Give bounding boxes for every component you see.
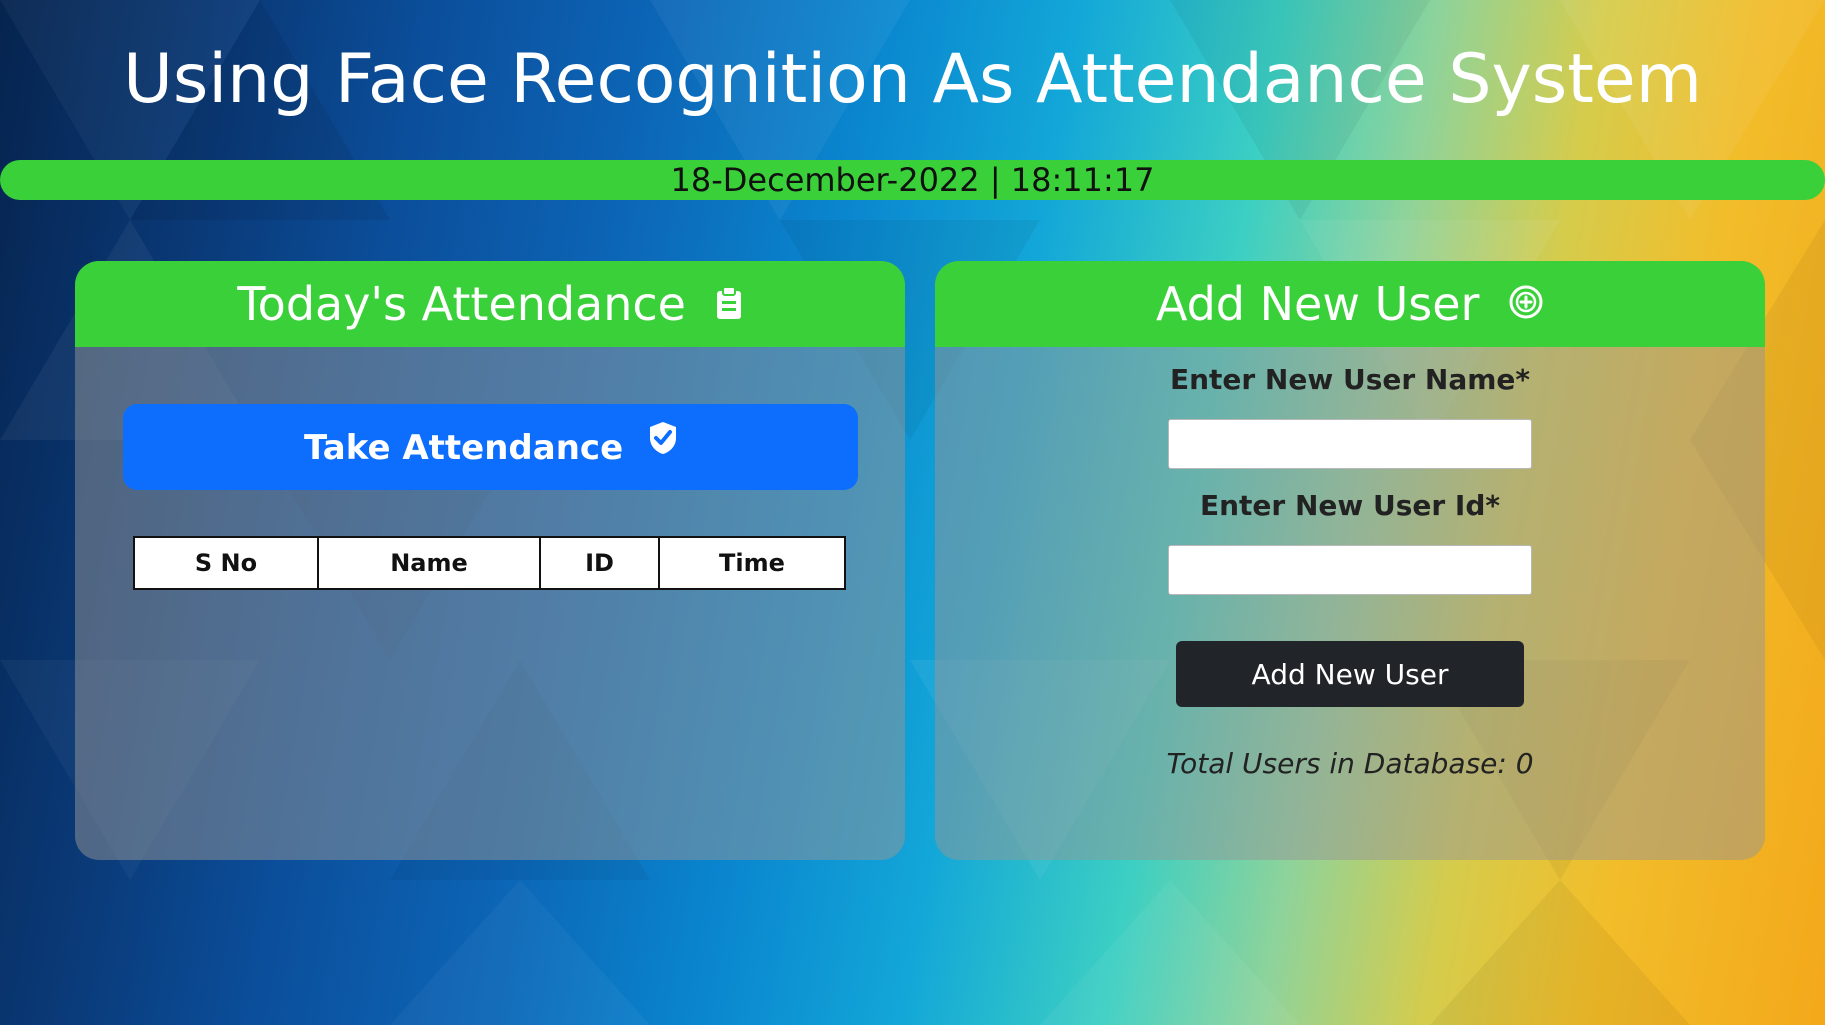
check-shield-icon: [649, 401, 677, 487]
date-time-text: 18-December-2022 | 18:11:17: [670, 161, 1155, 199]
add-new-user-button[interactable]: Add New User: [1176, 641, 1524, 707]
column-header-sno: S No: [133, 536, 319, 590]
user-id-input[interactable]: [1168, 545, 1532, 595]
clipboard-icon: [715, 261, 743, 347]
attendance-panel: Today's Attendance Take Attendance S No …: [75, 261, 905, 860]
plus-circle-icon: [1508, 261, 1544, 347]
date-time-bar: 18-December-2022 | 18:11:17: [0, 160, 1825, 200]
attendance-table-header-row: S No Name ID Time: [133, 536, 846, 590]
page-title: Using Face Recognition As Attendance Sys…: [123, 40, 1702, 119]
attendance-panel-title: Today's Attendance: [237, 277, 686, 331]
add-user-panel-title: Add New User: [1155, 277, 1480, 331]
take-attendance-label: Take Attendance: [304, 428, 624, 468]
total-users-text: Total Users in Database: 0: [1166, 747, 1534, 780]
attendance-table: S No Name ID Time: [133, 536, 846, 590]
user-name-input[interactable]: [1168, 419, 1532, 469]
column-header-id: ID: [539, 536, 660, 590]
user-name-label: Enter New User Name*: [1169, 363, 1531, 396]
column-header-name: Name: [317, 536, 541, 590]
add-user-panel: Add New User Enter New User Name* Enter …: [935, 261, 1765, 860]
add-user-panel-header: Add New User: [935, 261, 1765, 347]
take-attendance-button[interactable]: Take Attendance: [123, 404, 858, 490]
user-id-label: Enter New User Id*: [1199, 489, 1501, 522]
column-header-time: Time: [658, 536, 846, 590]
attendance-panel-header: Today's Attendance: [75, 261, 905, 347]
